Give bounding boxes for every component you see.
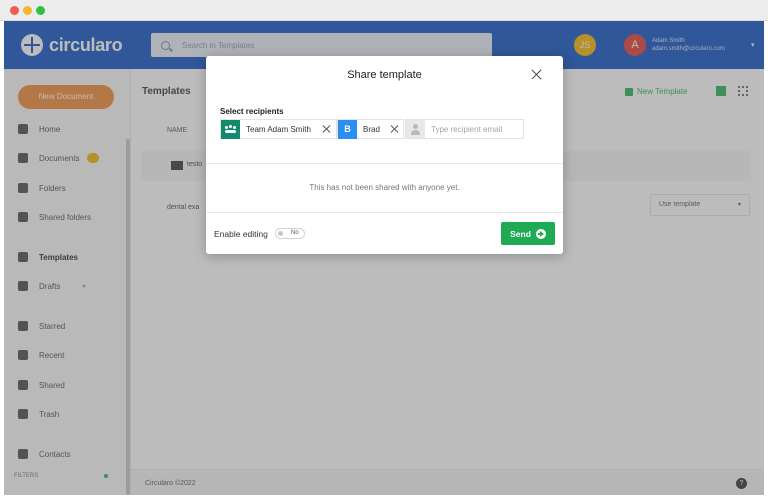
send-button[interactable]: Send bbox=[501, 222, 555, 245]
recipient-label: Team Adam Smith bbox=[246, 124, 311, 134]
toggle-knob bbox=[278, 231, 283, 236]
close-window-button[interactable] bbox=[10, 6, 19, 15]
recipient-label: Brad bbox=[363, 124, 380, 134]
enable-editing-label: Enable editing bbox=[214, 229, 268, 239]
select-recipients-label: Select recipients bbox=[220, 107, 284, 116]
empty-share-message: This has not been shared with anyone yet… bbox=[309, 183, 460, 192]
minimize-window-button[interactable] bbox=[23, 6, 32, 15]
toggle-state: No bbox=[291, 230, 299, 236]
share-template-dialog: Share template Select recipients Team Ad… bbox=[206, 56, 563, 254]
browser-window: circularo Search in Templates JS A Adam … bbox=[0, 0, 768, 497]
team-icon bbox=[221, 119, 240, 139]
divider bbox=[206, 163, 563, 164]
recipient-chip-brad: B Brad bbox=[337, 119, 404, 139]
close-icon[interactable] bbox=[530, 68, 544, 82]
recipient-email-field[interactable] bbox=[405, 119, 524, 139]
maximize-window-button[interactable] bbox=[36, 6, 45, 15]
enable-editing-toggle[interactable]: No bbox=[275, 228, 305, 239]
window-chrome bbox=[0, 0, 768, 21]
divider bbox=[206, 212, 563, 213]
recipient-email-input[interactable] bbox=[431, 124, 519, 134]
recipient-chip-team: Team Adam Smith bbox=[220, 119, 337, 139]
arrow-right-circle-icon bbox=[535, 228, 546, 239]
person-icon bbox=[406, 120, 425, 138]
remove-recipient-icon[interactable] bbox=[390, 124, 400, 134]
remove-recipient-icon[interactable] bbox=[322, 124, 332, 134]
dialog-title: Share template bbox=[347, 69, 422, 81]
send-label: Send bbox=[510, 228, 531, 239]
recipient-initial-avatar: B bbox=[338, 119, 357, 139]
